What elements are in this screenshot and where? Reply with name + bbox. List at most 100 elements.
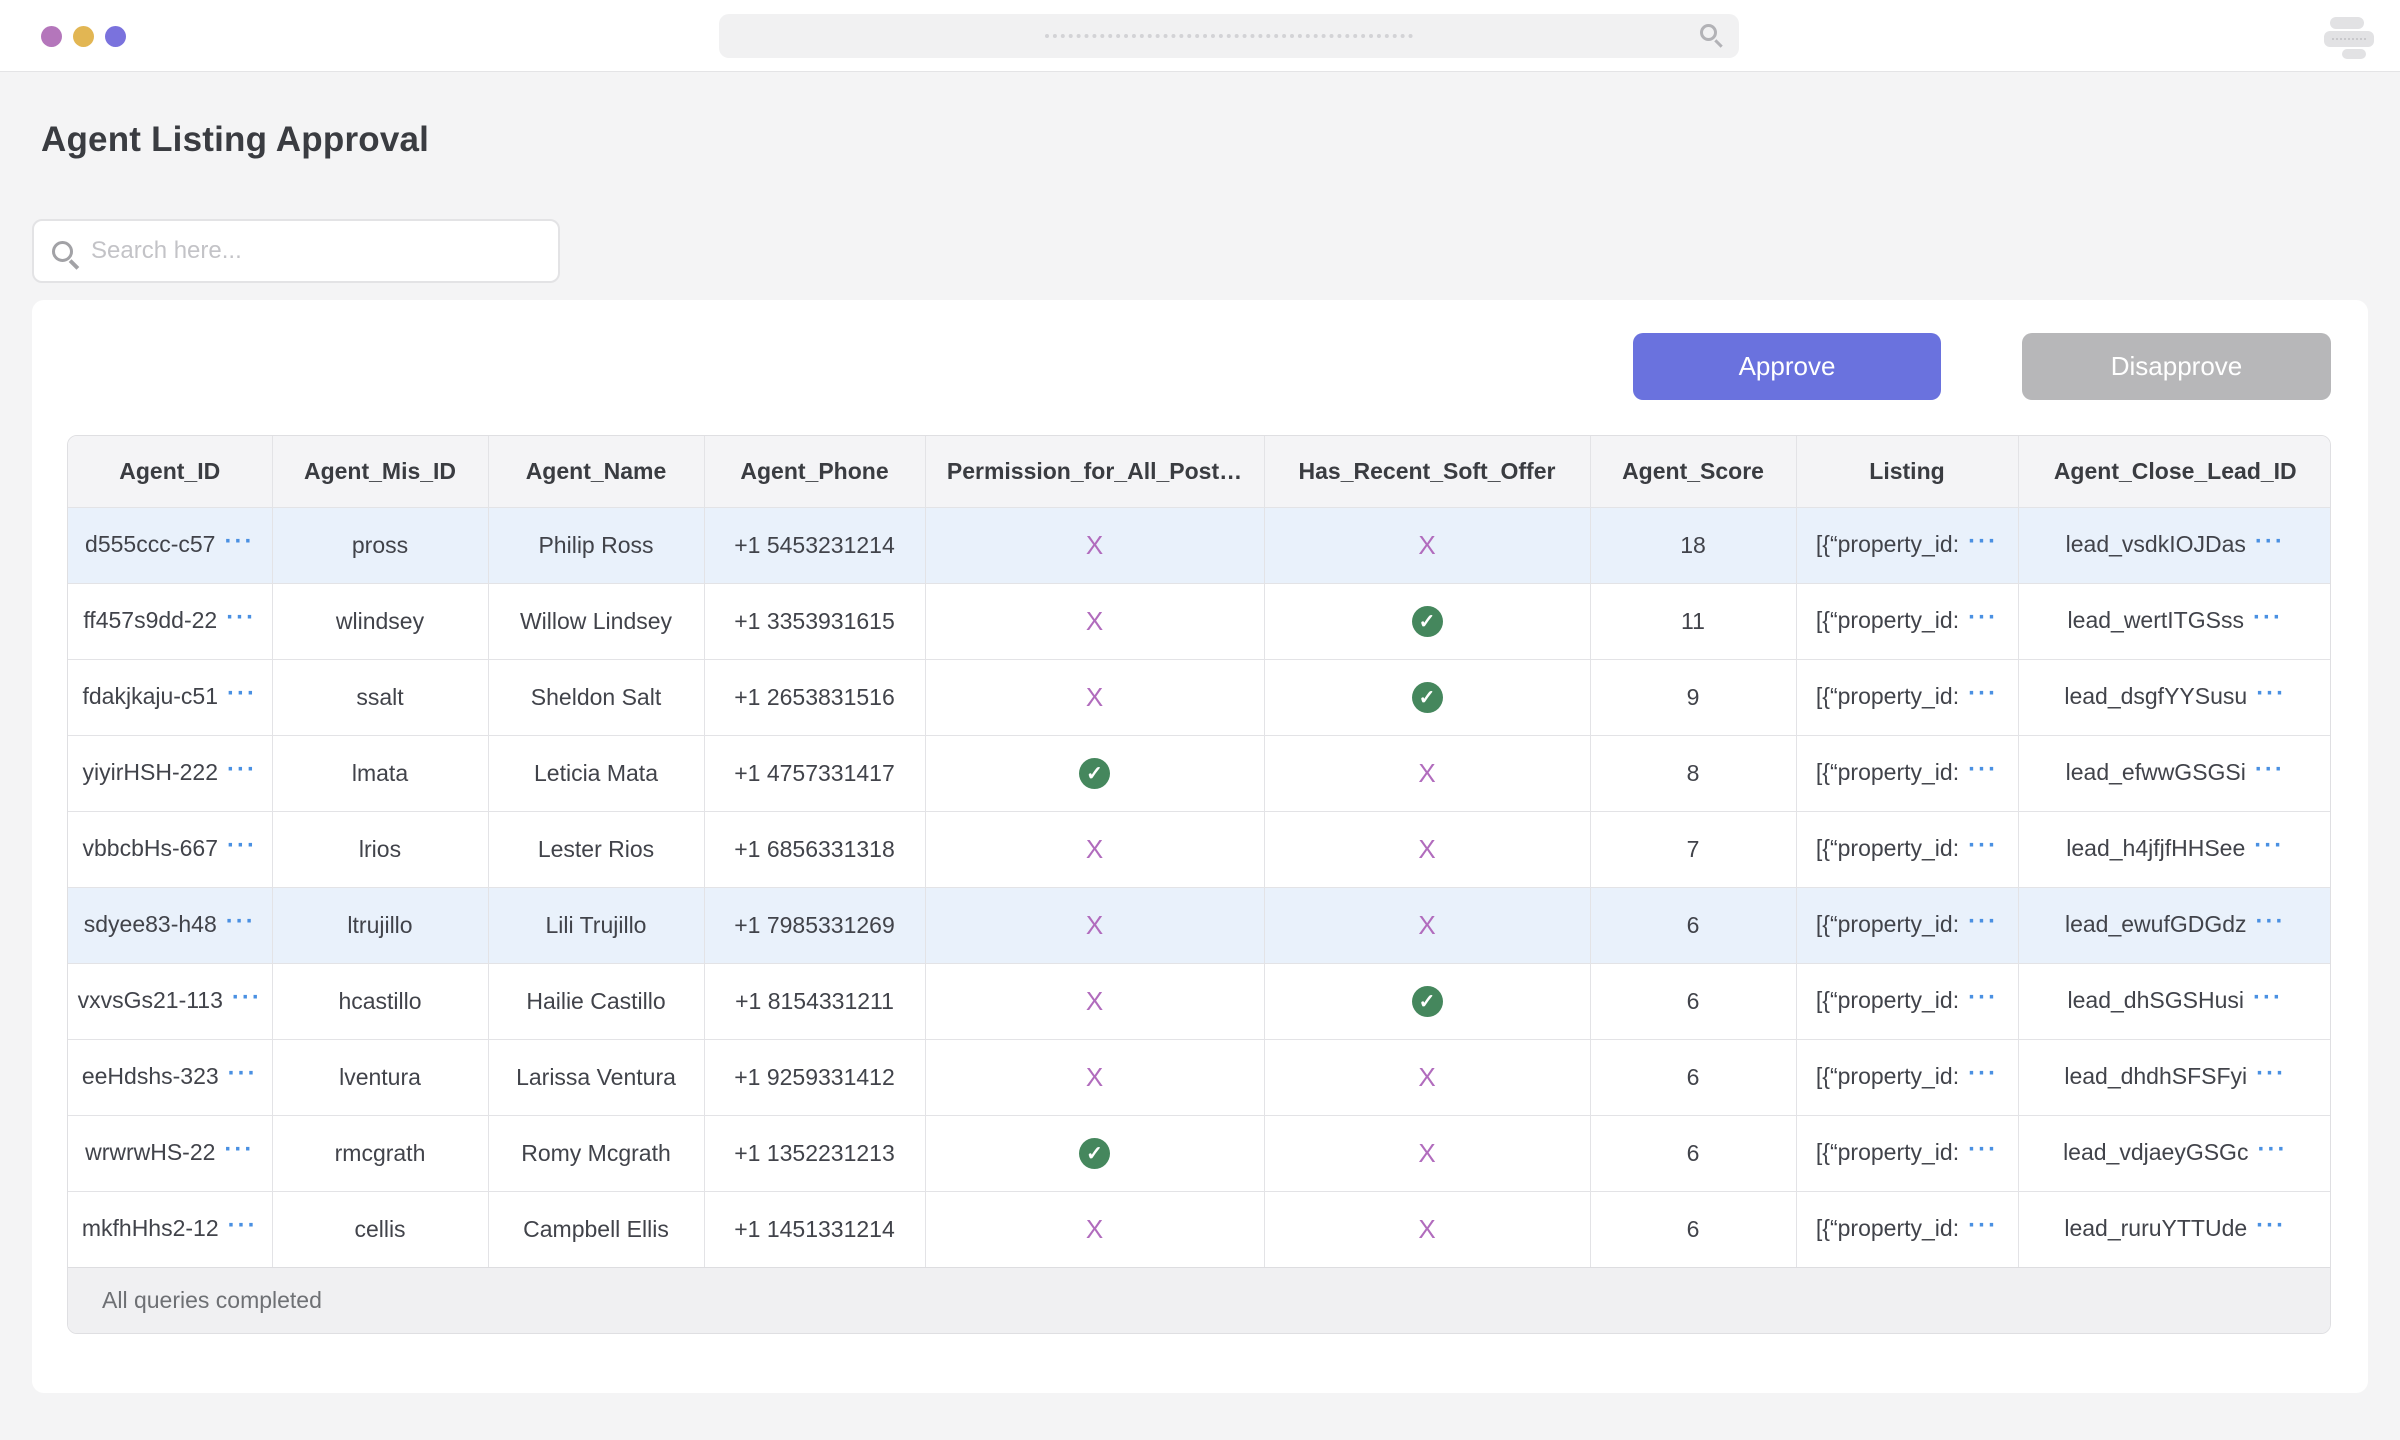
- column-header-agent_close_lead_id[interactable]: Agent_Close_Lead_ID: [2018, 436, 2331, 507]
- cell-agent_phone: +1 1352231213: [704, 1115, 925, 1191]
- more-ellipsis-icon[interactable]: ···: [1968, 1212, 1998, 1239]
- column-header-agent_id[interactable]: Agent_ID: [68, 436, 272, 507]
- browser-address-bar[interactable]: [719, 14, 1739, 58]
- cell-has_recent_soft_offer: X: [1264, 811, 1590, 887]
- column-header-agent_mis_id[interactable]: Agent_Mis_ID: [272, 436, 488, 507]
- cell-text: 6: [1687, 1140, 1700, 1166]
- menu-bar-top: [2330, 17, 2364, 29]
- column-header-has_recent_soft_offer[interactable]: Has_Recent_Soft_Offer: [1264, 436, 1590, 507]
- cell-agent_phone: +1 4757331417: [704, 735, 925, 811]
- more-ellipsis-icon[interactable]: ···: [2255, 756, 2285, 783]
- cell-permission_for_all_post: X: [925, 507, 1264, 583]
- more-ellipsis-icon[interactable]: ···: [2257, 1136, 2287, 1163]
- more-ellipsis-icon[interactable]: ···: [227, 756, 257, 783]
- more-ellipsis-icon[interactable]: ···: [228, 1212, 258, 1239]
- table-row[interactable]: d555ccc-c57···prossPhilip Ross+1 5453231…: [68, 507, 2331, 583]
- cell-permission_for_all_post: X: [925, 583, 1264, 659]
- more-ellipsis-icon[interactable]: ···: [2255, 528, 2285, 555]
- cell-agent_mis_id: lrios: [272, 811, 488, 887]
- table-row[interactable]: vxvsGs21-113···hcastilloHailie Castillo+…: [68, 963, 2331, 1039]
- more-ellipsis-icon[interactable]: ···: [226, 604, 256, 631]
- cell-text: [{“property_id:: [1816, 607, 1959, 633]
- cell-agent_mis_id: rmcgrath: [272, 1115, 488, 1191]
- more-ellipsis-icon[interactable]: ···: [2254, 832, 2284, 859]
- more-ellipsis-icon[interactable]: ···: [2253, 604, 2283, 631]
- cell-text: Lili Trujillo: [546, 912, 647, 938]
- disapprove-button[interactable]: Disapprove: [2022, 333, 2331, 400]
- check-icon: ✓: [1079, 1138, 1110, 1169]
- x-mark-icon: X: [1086, 606, 1103, 636]
- table-row[interactable]: eeHdshs-323···lventuraLarissa Ventura+1 …: [68, 1039, 2331, 1115]
- cell-text: vbbcbHs-667: [82, 835, 218, 861]
- more-ellipsis-icon[interactable]: ···: [1968, 908, 1998, 935]
- cell-text: cellis: [354, 1216, 405, 1242]
- column-header-listing[interactable]: Listing: [1796, 436, 2018, 507]
- table-row[interactable]: yiyirHSH-222···lmataLeticia Mata+1 47573…: [68, 735, 2331, 811]
- x-mark-icon: X: [1086, 986, 1103, 1016]
- cell-permission_for_all_post: ✓: [925, 1115, 1264, 1191]
- cell-agent_name: Larissa Ventura: [488, 1039, 704, 1115]
- more-ellipsis-icon[interactable]: ···: [2256, 1212, 2286, 1239]
- check-icon: ✓: [1412, 606, 1443, 637]
- window-control-dot-2[interactable]: [73, 26, 94, 47]
- cell-agent_phone: +1 2653831516: [704, 659, 925, 735]
- cell-text: vxvsGs21-113: [78, 987, 223, 1013]
- table-row[interactable]: mkfhHhs2-12···cellisCampbell Ellis+1 145…: [68, 1191, 2331, 1267]
- column-header-permission_for_all_post[interactable]: Permission_for_All_Post…: [925, 436, 1264, 507]
- approval-card: Approve Disapprove Agent_IDAgent_Mis_IDA…: [32, 300, 2368, 1393]
- more-ellipsis-icon[interactable]: ···: [232, 984, 262, 1011]
- cell-agent_close_lead_id: lead_dsgfYYSusu···: [2018, 659, 2331, 735]
- x-mark-icon: X: [1418, 758, 1435, 788]
- more-ellipsis-icon[interactable]: ···: [228, 1060, 258, 1087]
- cell-text: Romy Mcgrath: [521, 1140, 671, 1166]
- cell-agent_id: wrwrwHS-22···: [68, 1115, 272, 1191]
- cell-agent_id: d555ccc-c57···: [68, 507, 272, 583]
- column-header-agent_score[interactable]: Agent_Score: [1590, 436, 1796, 507]
- table-row[interactable]: wrwrwHS-22···rmcgrath Romy Mcgrath +1 1352…: [68, 1115, 2331, 1191]
- more-ellipsis-icon[interactable]: ···: [1968, 680, 1998, 707]
- x-mark-icon: X: [1086, 910, 1103, 940]
- cell-listing: [{“property_id:···: [1796, 659, 2018, 735]
- window-control-dot-1[interactable]: [41, 26, 62, 47]
- more-ellipsis-icon[interactable]: ···: [1968, 1060, 1998, 1087]
- cell-agent_name: Lili Trujillo: [488, 887, 704, 963]
- cell-has_recent_soft_offer: X: [1264, 1191, 1590, 1267]
- window-control-dot-3[interactable]: [105, 26, 126, 47]
- column-header-agent_phone[interactable]: Agent_Phone: [704, 436, 925, 507]
- more-ellipsis-icon[interactable]: ···: [227, 680, 257, 707]
- more-ellipsis-icon[interactable]: ···: [1968, 756, 1998, 783]
- more-ellipsis-icon[interactable]: ···: [1968, 984, 1998, 1011]
- cell-listing: [{“property_id: ···: [1796, 583, 2018, 659]
- more-ellipsis-icon[interactable]: ···: [227, 832, 257, 859]
- cell-text: 6: [1687, 1064, 1700, 1090]
- table-row[interactable]: sdyee83-h48···ltrujilloLili Trujillo+1 7…: [68, 887, 2331, 963]
- cell-permission_for_all_post: X: [925, 1191, 1264, 1267]
- table-row[interactable]: vbbcbHs-667···lriosLester Rios+1 6856331…: [68, 811, 2331, 887]
- cell-agent_name: Lester Rios: [488, 811, 704, 887]
- column-header-agent_name[interactable]: Agent_Name: [488, 436, 704, 507]
- approve-button[interactable]: Approve: [1633, 333, 1941, 400]
- more-ellipsis-icon[interactable]: ···: [1968, 832, 1998, 859]
- cell-text: hcastillo: [338, 988, 421, 1014]
- cell-agent_id: sdyee83-h48···: [68, 887, 272, 963]
- cell-text: Sheldon Salt: [531, 684, 661, 710]
- cell-text: 7: [1687, 836, 1700, 862]
- more-ellipsis-icon[interactable]: ···: [2256, 680, 2286, 707]
- more-ellipsis-icon[interactable]: ···: [1968, 528, 1998, 555]
- table-row[interactable]: ff457s9dd-22···wlindseyWillow Lindsey+1 …: [68, 583, 2331, 659]
- cell-agent_mis_id: cellis: [272, 1191, 488, 1267]
- more-ellipsis-icon[interactable]: ···: [2256, 1060, 2286, 1087]
- more-ellipsis-icon[interactable]: ···: [2256, 908, 2286, 935]
- cell-text: lead_ruruYTTUde: [2064, 1215, 2247, 1241]
- search-field[interactable]: [32, 219, 560, 283]
- more-ellipsis-icon[interactable]: ···: [224, 528, 254, 555]
- more-ellipsis-icon[interactable]: ···: [224, 1136, 254, 1163]
- more-ellipsis-icon[interactable]: ···: [1968, 1136, 1998, 1163]
- more-ellipsis-icon[interactable]: ···: [1968, 604, 1998, 631]
- x-mark-icon: X: [1418, 834, 1435, 864]
- window-menu-icon[interactable]: [2324, 17, 2374, 57]
- more-ellipsis-icon[interactable]: ···: [226, 908, 256, 935]
- search-input[interactable]: [89, 236, 540, 266]
- table-row[interactable]: fdakjkaju-c51···ssaltSheldon Salt+1 2653…: [68, 659, 2331, 735]
- more-ellipsis-icon[interactable]: ···: [2253, 984, 2283, 1011]
